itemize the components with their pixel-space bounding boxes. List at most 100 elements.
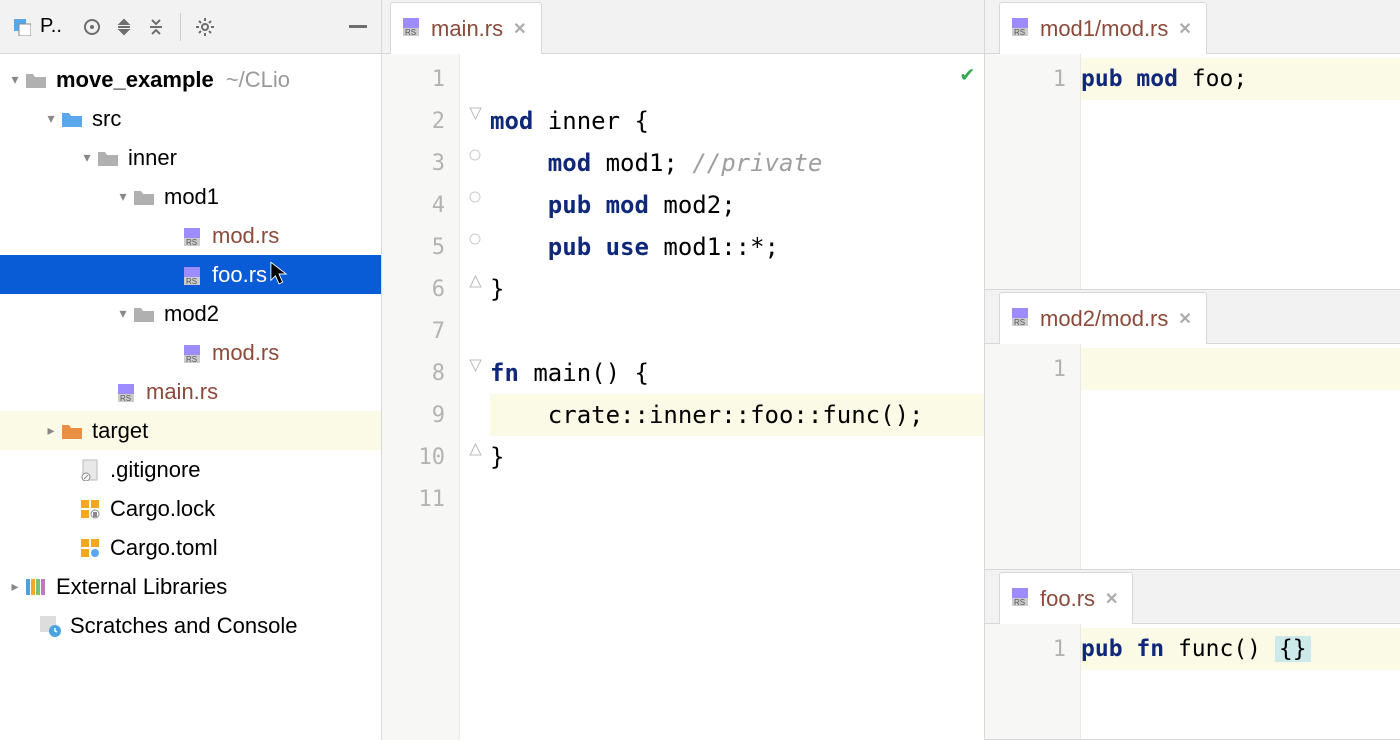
code-line[interactable]: crate::inner::foo::func(); [490,394,984,436]
tree-folder-target[interactable]: ▸ target [0,411,381,450]
tab-main-rs[interactable]: RS main.rs ✕ [390,2,542,54]
editor-pane-mod1: RS mod1/mod.rs ✕ 1 pub mod foo; [985,0,1400,290]
chevron-down-icon[interactable]: ▾ [114,188,132,205]
svg-text:RS: RS [1014,598,1025,606]
line-number[interactable]: 9 [382,394,459,436]
close-icon[interactable]: ✕ [1105,589,1118,609]
rust-file-icon: RS [1010,16,1030,42]
tree-folder-src[interactable]: ▾ src [0,99,381,138]
project-view-label[interactable]: P.. [40,15,62,38]
folder-icon [96,149,120,167]
code-line[interactable]: mod mod1; //private [490,142,984,184]
chevron-right-icon[interactable]: ▸ [42,422,60,439]
code-line[interactable]: mod inner { [490,100,984,142]
fold-start-icon[interactable] [468,106,483,121]
tab-label: mod1/mod.rs [1040,16,1168,42]
expand-all-icon[interactable] [110,13,138,41]
chevron-down-icon[interactable]: ▾ [114,305,132,322]
tree-file-mod1-foo[interactable]: RS foo.rs [0,255,381,294]
folded-block[interactable]: {} [1275,636,1311,662]
line-number[interactable]: 1 [382,58,459,100]
project-tree[interactable]: ▾ move_example ~/CLio ▾ src ▾ inner ▾ mo… [0,54,381,740]
line-number[interactable]: 4 [382,184,459,226]
fold-start-icon[interactable] [468,358,483,373]
rust-file-icon: RS [180,265,204,285]
code-line[interactable]: pub mod foo; [1081,58,1400,100]
line-number[interactable]: 3 [382,142,459,184]
line-number[interactable]: 2 [382,100,459,142]
code-line[interactable]: fn main() { [490,352,984,394]
fold-guide-icon [468,190,483,205]
tree-file-mod1-mod[interactable]: RS mod.rs [0,216,381,255]
fold-column[interactable] [460,54,490,740]
tree-file-mod2-mod[interactable]: RS mod.rs [0,333,381,372]
tree-folder-mod2[interactable]: ▾ mod2 [0,294,381,333]
tree-folder-mod1[interactable]: ▾ mod1 [0,177,381,216]
tab-mod2-mod[interactable]: RS mod2/mod.rs ✕ [999,292,1207,344]
tab-mod1-mod[interactable]: RS mod1/mod.rs ✕ [999,2,1207,54]
code-line[interactable]: pub use mod1::*; [490,226,984,268]
tree-file-gitignore[interactable]: .gitignore [0,450,381,489]
code-area[interactable] [1081,344,1400,569]
fold-guide-icon [468,148,483,163]
chevron-down-icon[interactable]: ▾ [6,71,24,88]
line-number[interactable]: 8 [382,352,459,394]
project-view-icon[interactable] [8,13,36,41]
tree-file-cargo-toml[interactable]: Cargo.toml [0,528,381,567]
gutter[interactable]: 1 [985,344,1081,569]
fold-guide-icon [468,232,483,247]
code-area[interactable]: pub fn func() {} [1081,624,1400,739]
cargo-icon [78,538,102,558]
tree-file-cargo-lock[interactable]: Cargo.lock [0,489,381,528]
code-line[interactable]: pub mod mod2; [490,184,984,226]
locate-icon[interactable] [78,13,106,41]
main-editor[interactable]: 1 2 3 4 5 6 7 8 9 10 11 ✔ mod inner { [382,54,984,740]
code-line[interactable] [490,310,984,352]
svg-text:RS: RS [405,28,416,36]
tree-external-libraries[interactable]: ▸ External Libraries [0,567,381,606]
fold-end-icon[interactable] [468,274,483,289]
editor-mod1[interactable]: 1 pub mod foo; [985,54,1400,289]
line-number[interactable]: 1 [985,348,1080,390]
gutter[interactable]: 1 [985,54,1081,289]
line-number[interactable]: 7 [382,310,459,352]
fold-end-icon[interactable] [468,442,483,457]
close-icon[interactable]: ✕ [1178,19,1191,39]
editor-mod2[interactable]: 1 [985,344,1400,569]
code-line[interactable]: pub fn func() {} [1081,628,1400,670]
project-tool-window: P.. ▾ move_example ~/CLio ▾ src [0,0,382,740]
tree-root-move-example[interactable]: ▾ move_example ~/CLio [0,60,381,99]
tree-scratches[interactable]: Scratches and Console [0,606,381,645]
gutter[interactable]: 1 2 3 4 5 6 7 8 9 10 11 [382,54,460,740]
code-line[interactable] [490,478,984,520]
tab-foo-rs[interactable]: RS foo.rs ✕ [999,572,1133,624]
code-line[interactable] [490,58,984,100]
chevron-right-icon[interactable]: ▸ [6,578,24,595]
tree-folder-inner[interactable]: ▾ inner [0,138,381,177]
line-number[interactable]: 1 [985,628,1080,670]
tab-label: main.rs [431,16,503,42]
tree-file-main-rs[interactable]: RS main.rs [0,372,381,411]
line-number[interactable]: 6 [382,268,459,310]
close-icon[interactable]: ✕ [513,19,526,39]
code-area[interactable]: pub mod foo; [1081,54,1400,289]
code-line[interactable]: } [490,436,984,478]
chevron-down-icon[interactable]: ▾ [78,149,96,166]
line-number[interactable]: 11 [382,478,459,520]
hide-icon[interactable] [345,13,373,41]
editor-foo[interactable]: 1 pub fn func() {} [985,624,1400,739]
code-line[interactable]: } [490,268,984,310]
rust-file-icon: RS [1010,306,1030,332]
chevron-down-icon[interactable]: ▾ [42,110,60,127]
line-number[interactable]: 10 [382,436,459,478]
inspection-ok-icon[interactable]: ✔ [961,62,974,87]
collapse-all-icon[interactable] [142,13,170,41]
code-line[interactable] [1081,348,1400,390]
line-number[interactable]: 5 [382,226,459,268]
close-icon[interactable]: ✕ [1178,309,1191,329]
gutter[interactable]: 1 [985,624,1081,739]
line-number[interactable]: 1 [985,58,1080,100]
code-area[interactable]: ✔ mod inner { mod mod1; //private pub mo… [490,54,984,740]
folder-icon [132,188,156,206]
gear-icon[interactable] [191,13,219,41]
